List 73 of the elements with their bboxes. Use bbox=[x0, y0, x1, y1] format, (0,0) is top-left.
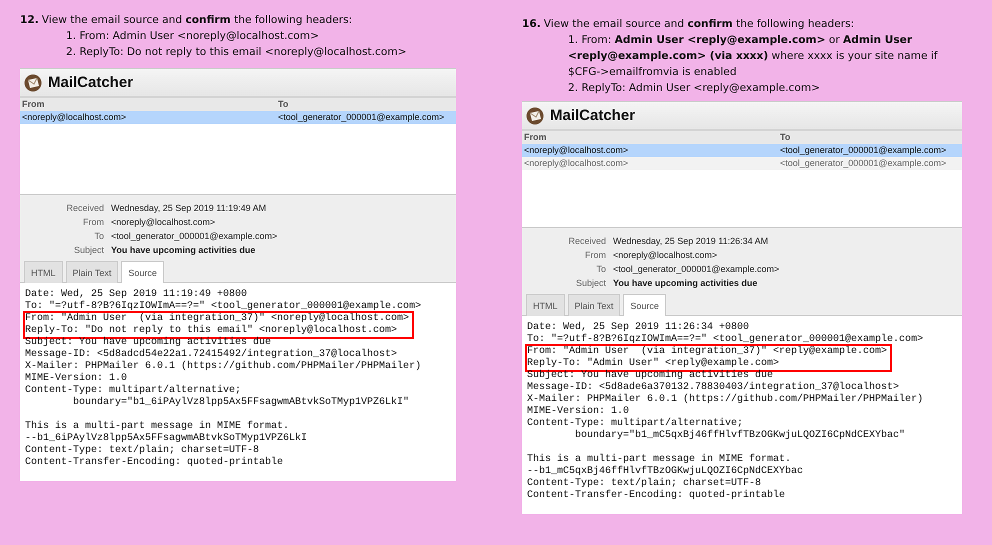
column-header: To bbox=[278, 98, 290, 111]
view-tab[interactable]: Plain Text bbox=[66, 261, 118, 283]
source-line: MIME-Version: 1.0 bbox=[527, 406, 630, 418]
source-line: Content-Transfer-Encoding: quoted-printable bbox=[25, 457, 284, 469]
source-line: X-Mailer: PHPMailer 6.0.1 (https://github.com/PHPMailer/PHPMailer) bbox=[25, 361, 422, 372]
source-line: Content-Type: multipart/alternative; bbox=[527, 418, 744, 430]
source-line: This is a multi-part message in MIME format. bbox=[527, 454, 792, 466]
step-item: 2. ReplyTo: Do not reply to this email <noreply@localhost.com> bbox=[66, 45, 408, 60]
header-value: <noreply@localhost.com> bbox=[111, 216, 216, 229]
header-value: Wednesday, 25 Sep 2019 11:19:49 AM bbox=[111, 202, 268, 215]
recipient-cell-text: <tool_generator_000001@example.com> bbox=[278, 111, 446, 124]
source-line: Message-ID: <5d8adcd54e22a1.72415492/integration_37@localhost> bbox=[25, 349, 398, 360]
source-line: Reply-To: "Admin User" <reply@example.com> bbox=[527, 358, 780, 370]
header-value: Wednesday, 25 Sep 2019 11:26:34 AM bbox=[613, 235, 770, 248]
recipient-cell-text: <tool_generator_000001@example.com> bbox=[780, 144, 948, 157]
step-item: 1. From: Admin User <reply@example.com> or Admin User <reply@example.com> (via xxxx) where xxxx is your site name if $CFG->emailfromvia is enabled bbox=[568, 33, 939, 80]
source-line: From: "Admin User (via integration_37)" <noreply@localhost.com> bbox=[25, 313, 410, 324]
source-line: Subject: You have upcoming activities due bbox=[527, 370, 774, 382]
step-instruction: 12. View the email source and confirm the following headers: bbox=[20, 13, 354, 28]
source-line: From: "Admin User (via integration_37)" <reply@example.com> bbox=[527, 346, 888, 358]
header-label: To bbox=[595, 263, 606, 276]
column-header: From bbox=[524, 131, 548, 144]
source-line: To: "=?utf-8?B?6IqzIOWImA==?=" <tool_generator_000001@example.com> bbox=[527, 334, 924, 346]
envelope-logo-icon bbox=[24, 74, 42, 92]
view-tab[interactable]: Source bbox=[623, 294, 666, 316]
header-label: To bbox=[93, 230, 104, 243]
source-line: boundary="b1_mC5qxBj46ffHlvfTBzOGKwjuLQOZI6CpNdCEXYbac" bbox=[574, 430, 906, 442]
step-item: 2. ReplyTo: Admin User <reply@example.com> bbox=[568, 81, 822, 96]
header-label: Received bbox=[567, 235, 606, 248]
source-line: MIME-Version: 1.0 bbox=[25, 373, 128, 384]
source-line: boundary="b1_6iPAylVz8lpp5Ax5FFsagwmABtvkSoTMyp1VPZ6LkI" bbox=[72, 397, 410, 409]
app-title: MailCatcher bbox=[48, 74, 134, 91]
source-line: Reply-To: "Do not reply to this email" <noreply@localhost.com> bbox=[25, 325, 398, 336]
source-line: To: "=?utf-8?B?6IqzIOWImA==?=" <tool_generator_000001@example.com> bbox=[25, 301, 422, 313]
source-line: Content-Type: text/plain; charset=UTF-8 bbox=[25, 445, 260, 456]
recipient-cell-text: <tool_generator_000001@example.com> bbox=[780, 157, 948, 170]
message-row[interactable]: <noreply@localhost.com> <tool_generator_000001@example.com> bbox=[20, 111, 456, 124]
step-instruction: 16. View the email source and confirm the following headers: bbox=[522, 17, 856, 32]
header-value: <tool_generator_000001@example.com> bbox=[613, 263, 780, 276]
message-row[interactable]: <noreply@localhost.com> <tool_generator_000001@example.com> bbox=[522, 157, 962, 170]
header-label: Received bbox=[65, 202, 104, 215]
header-value: <noreply@localhost.com> bbox=[613, 249, 718, 262]
view-tab[interactable]: HTML bbox=[24, 261, 62, 283]
sender-cell-text: <noreply@localhost.com> bbox=[524, 144, 630, 157]
source-line: Content-Type: text/plain; charset=UTF-8 bbox=[527, 478, 762, 490]
source-line: X-Mailer: PHPMailer 6.0.1 (https://github.com/PHPMailer/PHPMailer) bbox=[527, 394, 924, 406]
source-line: Date: Wed, 25 Sep 2019 11:19:49 +0800 bbox=[25, 289, 248, 300]
sender-cell-text: <noreply@localhost.com> bbox=[524, 157, 630, 170]
view-tab[interactable]: Plain Text bbox=[568, 294, 620, 316]
header-label: From bbox=[82, 216, 104, 229]
sender-cell-text: <noreply@localhost.com> bbox=[22, 111, 128, 124]
source-line: Content-Transfer-Encoding: quoted-printable bbox=[527, 490, 786, 502]
view-tab[interactable]: HTML bbox=[526, 294, 564, 316]
envelope-logo-icon bbox=[526, 106, 544, 124]
app-title: MailCatcher bbox=[550, 107, 636, 124]
source-line: Message-ID: <5d8ade6a370132.78830403/integration_37@localhost> bbox=[527, 382, 900, 394]
header-label: Subject bbox=[72, 244, 104, 257]
header-label: Subject bbox=[574, 277, 606, 290]
header-value: You have upcoming activities due bbox=[613, 277, 758, 290]
source-line: --b1_6iPAylVz8lpp5Ax5FFsagwmABtvkSoTMyp1VPZ6LkI bbox=[25, 433, 308, 444]
header-value: <tool_generator_000001@example.com> bbox=[111, 230, 278, 243]
source-line: Content-Type: multipart/alternative; bbox=[25, 385, 242, 396]
source-line: This is a multi-part message in MIME format. bbox=[25, 421, 290, 432]
source-line: Subject: You have upcoming activities due bbox=[25, 337, 272, 348]
view-tab[interactable]: Source bbox=[121, 261, 164, 283]
source-line: Date: Wed, 25 Sep 2019 11:26:34 +0800 bbox=[527, 322, 750, 334]
header-value: You have upcoming activities due bbox=[111, 244, 256, 257]
step-item: 1. From: Admin User <noreply@localhost.com> bbox=[66, 29, 320, 44]
message-row[interactable]: <noreply@localhost.com> <tool_generator_000001@example.com> bbox=[522, 144, 962, 157]
source-line: --b1_mC5qxBj46ffHlvfTBzOGKwjuLQOZI6CpNdCEXYbac bbox=[527, 466, 804, 478]
column-header: From bbox=[22, 98, 46, 111]
column-header: To bbox=[780, 131, 792, 144]
header-label: From bbox=[584, 249, 606, 262]
